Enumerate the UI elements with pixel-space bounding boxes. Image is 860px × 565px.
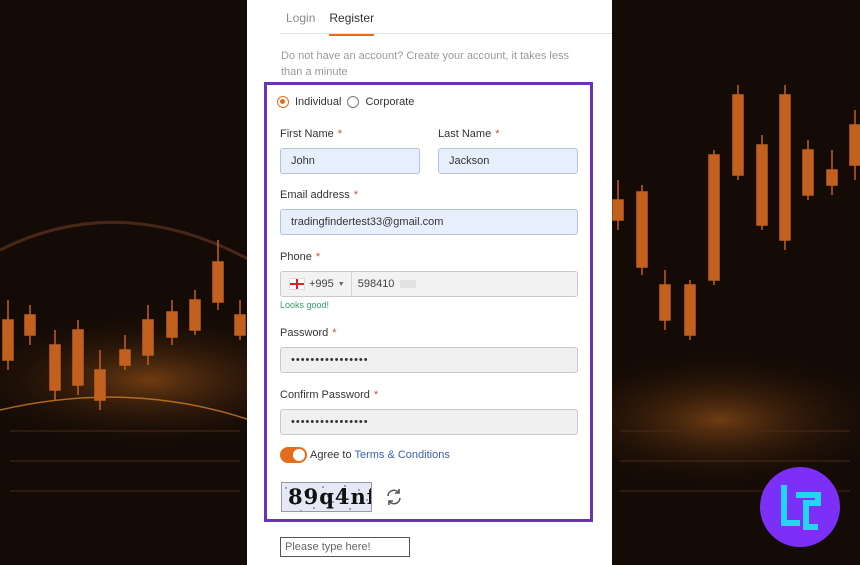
first-name-label: First Name * — [280, 128, 343, 140]
radio-individual[interactable]: Individual — [277, 96, 341, 108]
agree-prefix: Agree to — [310, 449, 352, 461]
toggle-knob — [293, 449, 305, 461]
georgia-flag-icon — [289, 278, 305, 290]
radio-individual-circle[interactable] — [277, 96, 289, 108]
first-name-field[interactable]: John — [280, 148, 420, 174]
refresh-icon[interactable] — [384, 487, 404, 507]
confirm-password-label: Confirm Password * — [280, 389, 379, 401]
country-code[interactable]: +995 — [309, 278, 334, 290]
captcha-image: 89q4nf — [281, 482, 372, 512]
phone-validation-message: Looks good! — [280, 300, 330, 310]
captcha-input[interactable]: Please type here! — [280, 537, 410, 557]
brand-logo-icon — [760, 467, 840, 547]
terms-agreement: Agree to Terms & Conditions — [310, 449, 450, 461]
phone-label: Phone * — [280, 251, 321, 263]
phone-separator — [350, 272, 352, 296]
last-name-label: Last Name * — [438, 128, 500, 140]
register-panel: Login Register Do not have an account? C… — [247, 0, 612, 565]
radio-corporate[interactable]: Corporate — [347, 96, 414, 108]
register-intro-text: Do not have an account? Create your acco… — [281, 50, 569, 78]
last-name-field[interactable]: Jackson — [438, 148, 578, 174]
password-label: Password * — [280, 327, 337, 339]
password-field[interactable]: •••••••••••••••• — [280, 347, 578, 373]
redacted-digits — [400, 280, 417, 288]
captcha-code: 89q4nf — [288, 484, 372, 509]
account-type-radio-group: Individual Corporate — [277, 96, 420, 108]
tab-divider — [280, 33, 612, 34]
confirm-password-field[interactable]: •••••••••••••••• — [280, 409, 578, 435]
email-field[interactable]: tradingfindertest33@gmail.com — [280, 209, 578, 235]
radio-corporate-circle[interactable] — [347, 96, 360, 108]
terms-toggle[interactable] — [280, 447, 307, 463]
radio-individual-label: Individual — [295, 96, 342, 108]
chevron-down-icon[interactable]: ▼ — [338, 281, 345, 288]
terms-link[interactable]: Terms & Conditions — [354, 449, 449, 461]
phone-number-value[interactable]: 598410 — [358, 278, 395, 290]
phone-field[interactable]: +995 ▼ 598410 — [280, 271, 578, 297]
email-label: Email address * — [280, 189, 358, 201]
radio-corporate-label: Corporate — [365, 96, 415, 108]
